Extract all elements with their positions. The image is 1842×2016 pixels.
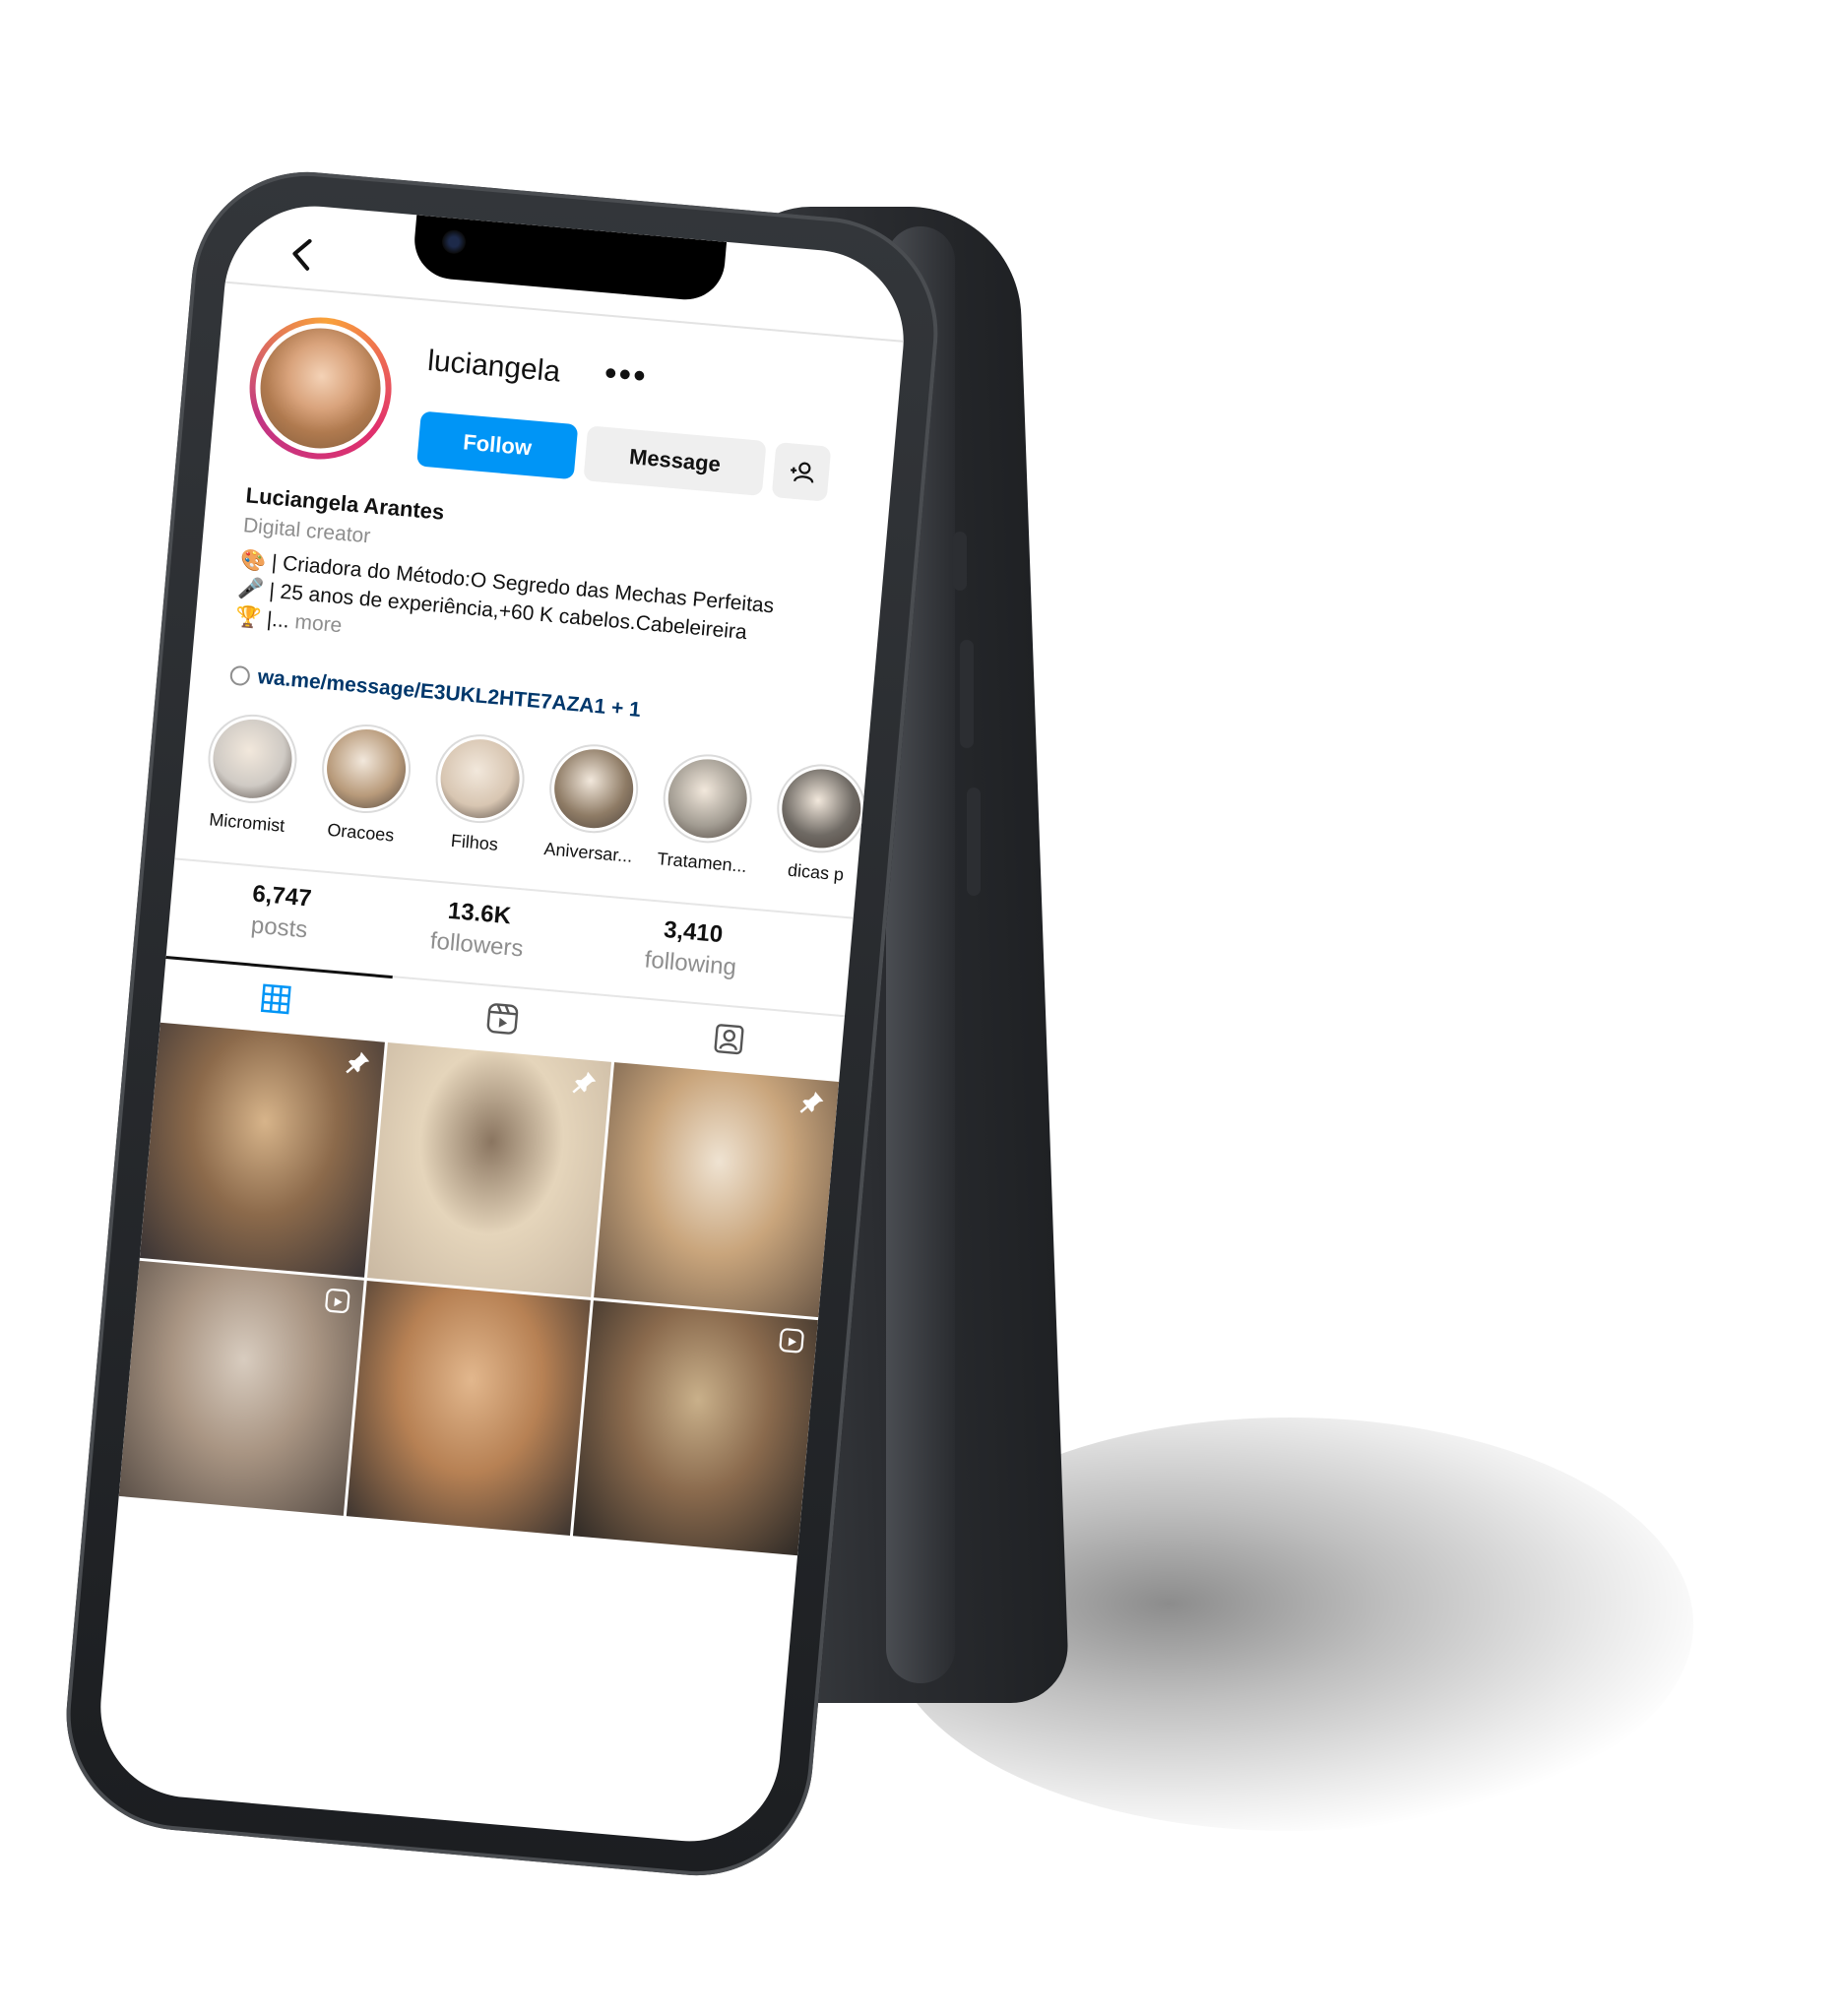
back-arrow-icon[interactable]	[282, 233, 324, 276]
following-label: following	[643, 946, 738, 981]
side-button	[967, 788, 981, 896]
message-button[interactable]: Message	[583, 425, 767, 496]
highlight-item[interactable]: Oracoes	[309, 721, 419, 866]
posts-count: 6,747	[251, 880, 313, 913]
more-options-icon[interactable]: •••	[603, 352, 649, 398]
posts-label: posts	[249, 912, 309, 944]
highlight-label: Aniversar...	[542, 839, 634, 866]
highlight-label: Filhos	[450, 830, 499, 854]
post-thumbnail[interactable]	[118, 1260, 364, 1516]
followers-stat[interactable]: 13.6K followers	[429, 896, 528, 963]
posts-grid	[118, 1022, 840, 1556]
highlight-label: dicas p	[787, 859, 845, 885]
product-mockup-stage: luciangela ••• Follow Message Luciangela…	[0, 0, 1842, 2016]
post-thumbnail[interactable]	[139, 1022, 385, 1278]
highlight-label: Oracoes	[326, 819, 396, 846]
highlight-ring	[431, 730, 529, 827]
side-button	[953, 532, 967, 591]
following-count: 3,410	[663, 916, 725, 949]
post-thumbnail[interactable]	[573, 1300, 818, 1556]
link-icon	[228, 664, 251, 687]
highlight-cover	[778, 766, 864, 851]
profile-bio: 🎨 | Criadora do Método:O Segredo das Mec…	[234, 545, 820, 681]
followers-count: 13.6K	[446, 897, 513, 930]
add-user-button[interactable]	[771, 442, 832, 502]
profile-link[interactable]: wa.me/message/E3UKL2HTE7AZA1 + 1	[228, 663, 642, 723]
profile-username: luciangela	[425, 344, 562, 389]
bio-more-link[interactable]: more	[294, 610, 344, 637]
post-thumbnail[interactable]	[366, 1041, 612, 1297]
follow-button[interactable]: Follow	[416, 410, 579, 480]
highlight-cover	[550, 745, 637, 832]
phone-device: luciangela ••• Follow Message Luciangela…	[56, 162, 948, 1885]
highlight-ring	[545, 740, 642, 837]
pin-icon	[799, 1091, 824, 1113]
highlight-cover	[437, 735, 523, 822]
followers-label: followers	[428, 927, 525, 963]
highlight-item[interactable]: Filhos	[423, 730, 534, 876]
instagram-profile-screen: luciangela ••• Follow Message Luciangela…	[93, 198, 912, 1850]
camera-icon	[441, 228, 468, 255]
reels-icon	[486, 1003, 519, 1035]
tagged-icon	[714, 1024, 744, 1055]
reels-icon	[324, 1288, 350, 1313]
side-button	[960, 640, 974, 748]
pin-icon	[345, 1051, 369, 1074]
highlight-label: Micromist	[208, 809, 286, 836]
highlight-cover	[665, 755, 751, 842]
highlight-ring	[773, 760, 870, 857]
highlight-item[interactable]: Micromist	[195, 711, 305, 856]
add-user-icon	[791, 462, 814, 483]
pin-icon	[572, 1071, 597, 1094]
avatar-story-ring[interactable]	[243, 311, 398, 466]
highlight-label: Tratamen...	[656, 849, 748, 877]
highlight-ring	[318, 721, 414, 817]
post-thumbnail[interactable]	[346, 1280, 592, 1537]
grid-icon	[261, 983, 292, 1015]
highlight-item[interactable]: Tratamen...	[651, 750, 761, 896]
post-thumbnail[interactable]	[594, 1062, 840, 1318]
reels-icon	[779, 1328, 804, 1354]
profile-link-text: wa.me/message/E3UKL2HTE7AZA1 + 1	[256, 665, 642, 723]
highlight-item[interactable]: Aniversar...	[537, 740, 647, 886]
story-highlights: Micromist Oracoes Filhos Aniversar... Tratam…	[195, 711, 894, 908]
posts-stat: 6,747 posts	[248, 880, 313, 944]
profile-category: Digital creator	[242, 514, 372, 548]
highlight-cover	[323, 725, 410, 812]
highlight-ring	[659, 750, 756, 848]
following-stat[interactable]: 3,410 following	[644, 915, 740, 982]
highlight-ring	[204, 711, 301, 807]
highlight-cover	[210, 716, 295, 802]
avatar	[250, 317, 392, 459]
bio-line-text: 🏆 |...	[234, 604, 290, 633]
